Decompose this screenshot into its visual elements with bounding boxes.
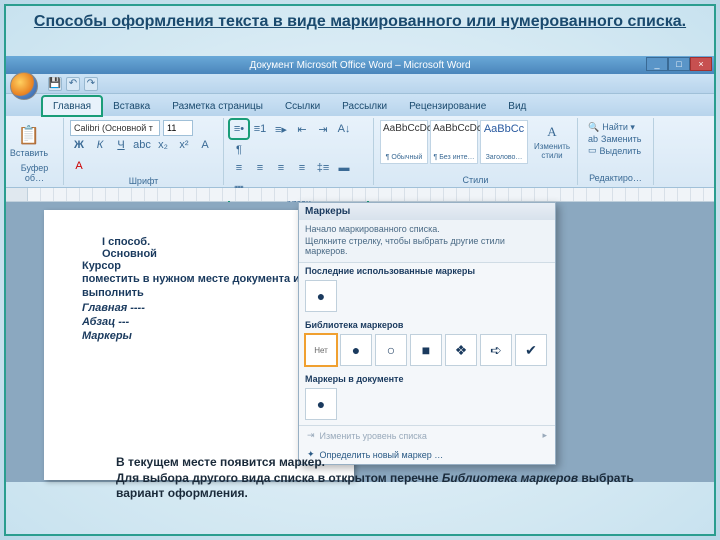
indent-decrease-button[interactable]: ⇤ — [293, 120, 311, 138]
indent-icon: ⇥ — [307, 430, 315, 441]
quick-access-toolbar: 💾 ↶ ↷ — [6, 74, 714, 94]
word-window: Документ Microsoft Office Word – Microso… — [6, 56, 714, 456]
group-font-label: Шрифт — [70, 175, 217, 186]
justify-button[interactable]: ≡ — [293, 159, 311, 177]
ribbon-body: 📋 Вставить Буфер об… Calibri (Основной т… — [6, 116, 714, 188]
style-no-spacing[interactable]: AaBbCcDc ¶ Без инте… — [430, 120, 478, 164]
group-styles-label: Стили — [374, 174, 577, 185]
tab-insert[interactable]: Вставка — [102, 96, 161, 116]
slide-bottom-text: В текущем месте появится маркер. Для выб… — [116, 455, 636, 502]
popup-change-level: ⇥ Изменить уровень списка ▸ — [299, 426, 555, 445]
highlight-button[interactable]: A — [196, 136, 214, 154]
change-styles-button[interactable]: A Изменить стили — [532, 120, 572, 164]
paste-button[interactable]: 📋 Вставить — [12, 120, 46, 162]
tab-home[interactable]: Главная — [42, 96, 102, 116]
bullet-none[interactable]: Нет — [305, 334, 337, 366]
popup-title: Маркеры — [299, 203, 555, 220]
italic-button[interactable]: К — [91, 136, 109, 154]
align-left-button[interactable]: ≡ — [230, 159, 248, 177]
popup-section-recent: Последние использованные маркеры — [299, 263, 555, 277]
align-right-button[interactable]: ≡ — [272, 159, 290, 177]
show-marks-button[interactable]: ¶ — [230, 141, 248, 159]
window-title: Документ Microsoft Office Word – Microso… — [249, 60, 470, 71]
office-button[interactable] — [10, 72, 38, 100]
multilevel-button[interactable]: ≡▸ — [272, 120, 290, 138]
superscript-button[interactable]: x² — [175, 136, 193, 154]
indent-increase-button[interactable]: ⇥ — [314, 120, 332, 138]
maximize-button[interactable]: □ — [668, 57, 690, 71]
bullet-square[interactable]: ■ — [410, 334, 442, 366]
bullet-disc[interactable]: ● — [340, 334, 372, 366]
bullet-circle[interactable]: ○ — [375, 334, 407, 366]
strike-button[interactable]: abc — [133, 136, 151, 154]
bullets-popup: Маркеры Начало маркированного списка. Ще… — [298, 202, 556, 465]
style-heading1[interactable]: AaBbCc Заголово… — [480, 120, 528, 164]
document-area: I способ. Основной Курсор поместить в ну… — [6, 202, 714, 482]
popup-description: Начало маркированного списка. Щелкните с… — [299, 220, 555, 263]
bullets-button[interactable]: ≡• — [230, 120, 248, 138]
tab-view[interactable]: Вид — [497, 96, 537, 116]
redo-icon[interactable]: ↷ — [84, 77, 98, 91]
undo-icon[interactable]: ↶ — [66, 77, 80, 91]
replace-button[interactable]: abЗаменить — [588, 134, 643, 144]
tab-layout[interactable]: Разметка страницы — [161, 96, 274, 116]
underline-button[interactable]: Ч — [112, 136, 130, 154]
clipboard-icon: 📋 — [18, 125, 40, 146]
minimize-button[interactable]: _ — [646, 57, 668, 71]
popup-section-document: Маркеры в документе — [299, 371, 555, 385]
select-button[interactable]: ▭Выделить — [588, 145, 643, 156]
ruler — [6, 188, 714, 202]
align-center-button[interactable]: ≡ — [251, 159, 269, 177]
find-button[interactable]: 🔍Найти ▾ — [588, 122, 643, 133]
font-color-button[interactable]: A — [70, 157, 88, 175]
tab-review[interactable]: Рецензирование — [398, 96, 497, 116]
sort-button[interactable]: A↓ — [335, 120, 353, 138]
tab-mailings[interactable]: Рассылки — [331, 96, 398, 116]
subscript-button[interactable]: x₂ — [154, 136, 172, 154]
bullet-check[interactable]: ✔ — [515, 334, 547, 366]
bullet-doc-disc[interactable]: ● — [305, 388, 337, 420]
line-spacing-button[interactable]: ‡≡ — [314, 159, 332, 177]
styles-a-icon: A — [547, 124, 556, 140]
group-clipboard-label: Буфер об… — [12, 162, 57, 183]
ribbon-tabs: Главная Вставка Разметка страницы Ссылки… — [6, 94, 714, 116]
style-normal[interactable]: AaBbCcDc ¶ Обычный — [380, 120, 428, 164]
slide-title: Способы оформления текста в виде маркиро… — [6, 6, 714, 35]
replace-icon: ab — [588, 134, 598, 144]
shading-button[interactable]: ▬ — [335, 159, 353, 177]
chevron-right-icon: ▸ — [542, 430, 547, 441]
bullet-recent-disc[interactable]: ● — [305, 280, 337, 312]
save-icon[interactable]: 💾 — [48, 77, 62, 91]
bullet-arrow[interactable]: ➪ — [480, 334, 512, 366]
close-button[interactable]: × — [690, 57, 712, 71]
font-size-combo[interactable]: 11 — [163, 120, 193, 136]
tab-references[interactable]: Ссылки — [274, 96, 331, 116]
group-editing-label: Редактиро… — [584, 172, 647, 183]
bold-button[interactable]: Ж — [70, 136, 88, 154]
select-icon: ▭ — [588, 145, 597, 156]
bullet-4diamond[interactable]: ❖ — [445, 334, 477, 366]
font-name-combo[interactable]: Calibri (Основной т — [70, 120, 160, 136]
find-icon: 🔍 — [588, 122, 599, 133]
popup-section-library: Библиотека маркеров — [299, 317, 555, 331]
numbering-button[interactable]: ≡1 — [251, 120, 269, 138]
window-titlebar: Документ Microsoft Office Word – Microso… — [6, 56, 714, 74]
